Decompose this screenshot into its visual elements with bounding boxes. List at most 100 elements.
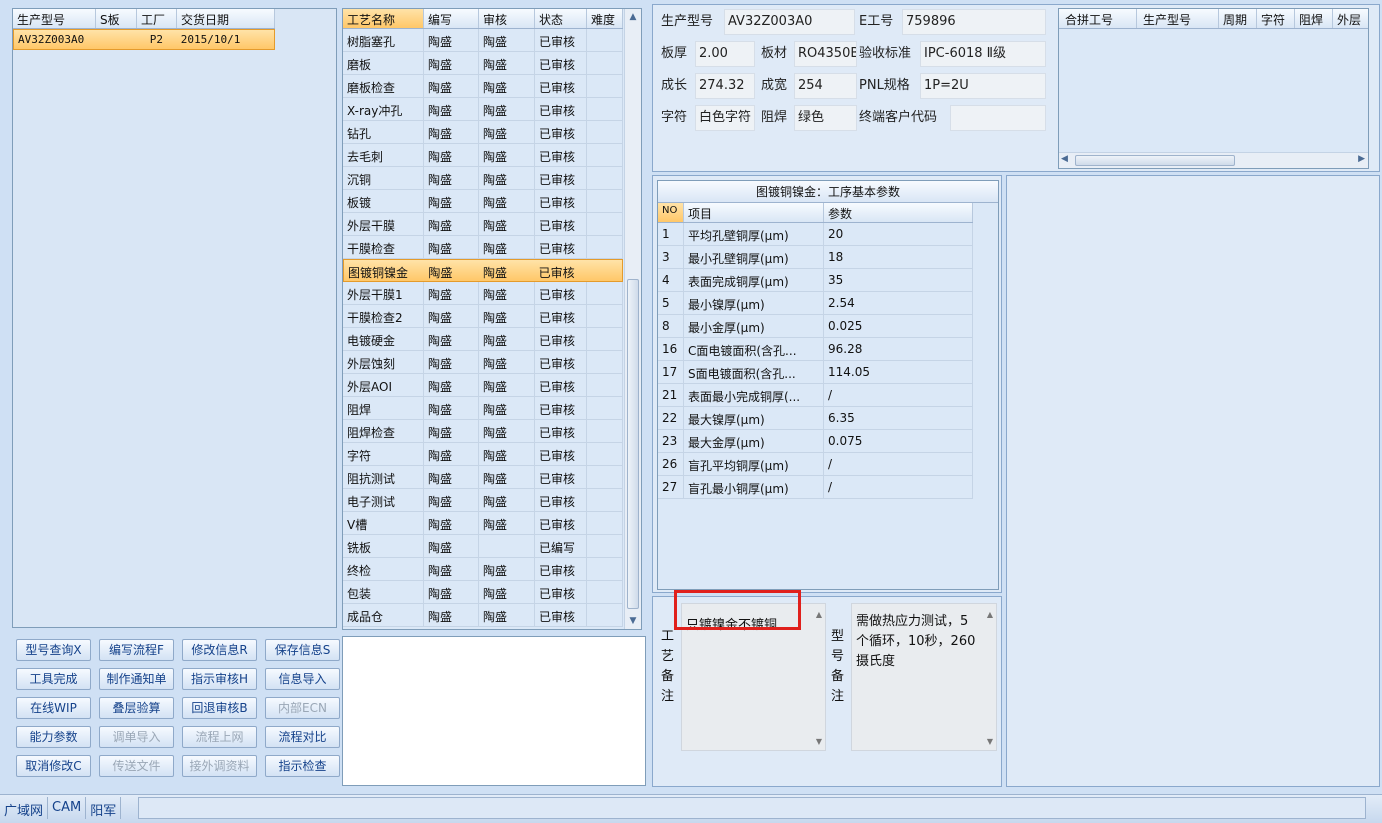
- button-3-0[interactable]: 能力参数: [16, 726, 91, 748]
- button-0-0[interactable]: 型号查询X: [16, 639, 91, 661]
- table-row[interactable]: 1 平均孔壁铜厚(μm) 20: [658, 223, 973, 246]
- button-3-1[interactable]: 调单导入: [99, 726, 174, 748]
- button-1-3[interactable]: 信息导入: [265, 668, 340, 690]
- field-mask[interactable]: 绿色: [794, 105, 857, 131]
- merge-hscrollbar[interactable]: ◀ ▶: [1059, 152, 1368, 168]
- col-process-name[interactable]: 工艺名称: [343, 9, 424, 28]
- table-row[interactable]: 阻焊检查 陶盛 陶盛 已审核: [343, 420, 623, 443]
- hscroll-thumb[interactable]: [1075, 155, 1235, 166]
- button-4-2[interactable]: 接外调资料: [182, 755, 257, 777]
- table-row[interactable]: 终检 陶盛 陶盛 已审核: [343, 558, 623, 581]
- col-merge-char[interactable]: 字符: [1257, 9, 1295, 28]
- field-ework[interactable]: 759896: [902, 9, 1046, 35]
- button-2-3[interactable]: 内部ECN: [265, 697, 340, 719]
- button-4-3[interactable]: 指示检查: [265, 755, 340, 777]
- table-row[interactable]: X-ray冲孔 陶盛 陶盛 已审核: [343, 98, 623, 121]
- col-merge-model[interactable]: 生产型号: [1137, 9, 1219, 28]
- scroll-up-icon[interactable]: ▲: [625, 9, 641, 25]
- table-row[interactable]: 阻抗测试 陶盛 陶盛 已审核: [343, 466, 623, 489]
- table-row[interactable]: 字符 陶盛 陶盛 已审核: [343, 443, 623, 466]
- table-row[interactable]: 外层干膜 陶盛 陶盛 已审核: [343, 213, 623, 236]
- button-4-0[interactable]: 取消修改C: [16, 755, 91, 777]
- note2-scroll-up-icon[interactable]: ▲: [987, 610, 993, 619]
- field-length[interactable]: 274.32: [695, 73, 755, 99]
- col-merge-mask[interactable]: 阻焊: [1295, 9, 1333, 28]
- note-scroll-up-icon[interactable]: ▲: [816, 610, 822, 619]
- col-status[interactable]: 状态: [535, 9, 587, 28]
- field-standard[interactable]: IPC-6018 Ⅱ级: [920, 41, 1046, 67]
- col-param[interactable]: 参数: [824, 203, 973, 222]
- model-note-box[interactable]: 需做热应力测试，5个循环，10秒，260摄氏度 ▲ ▼: [851, 603, 997, 751]
- table-row[interactable]: 外层AOI 陶盛 陶盛 已审核: [343, 374, 623, 397]
- table-row[interactable]: 成品仓 陶盛 陶盛 已审核: [343, 604, 623, 627]
- button-3-2[interactable]: 流程上网: [182, 726, 257, 748]
- table-row[interactable]: 包装 陶盛 陶盛 已审核: [343, 581, 623, 604]
- scroll-right-icon[interactable]: ▶: [1358, 154, 1365, 164]
- table-row[interactable]: 电镀硬金 陶盛 陶盛 已审核: [343, 328, 623, 351]
- table-row[interactable]: 干膜检查 陶盛 陶盛 已审核: [343, 236, 623, 259]
- note-scroll-down-icon[interactable]: ▼: [816, 737, 822, 746]
- table-row[interactable]: 8 最小金厚(μm) 0.025: [658, 315, 973, 338]
- col-writer[interactable]: 编写: [424, 9, 479, 28]
- button-1-0[interactable]: 工具完成: [16, 668, 91, 690]
- table-row[interactable]: 图镀铜镍金 陶盛 陶盛 已审核: [343, 259, 623, 282]
- table-row[interactable]: 21 表面最小完成铜厚(... /: [658, 384, 973, 407]
- button-0-1[interactable]: 编写流程F: [99, 639, 174, 661]
- table-row[interactable]: 4 表面完成铜厚(μm) 35: [658, 269, 973, 292]
- table-row[interactable]: 干膜检查2 陶盛 陶盛 已审核: [343, 305, 623, 328]
- table-row[interactable]: 22 最大镍厚(μm) 6.35: [658, 407, 973, 430]
- table-row[interactable]: 沉铜 陶盛 陶盛 已审核: [343, 167, 623, 190]
- table-row[interactable]: 3 最小孔壁铜厚(μm) 18: [658, 246, 973, 269]
- table-row[interactable]: 外层干膜1 陶盛 陶盛 已审核: [343, 282, 623, 305]
- col-merge-ework[interactable]: 合拼工号: [1059, 9, 1137, 28]
- col-merge-cycle[interactable]: 周期: [1219, 9, 1257, 28]
- table-row[interactable]: 23 最大金厚(μm) 0.075: [658, 430, 973, 453]
- col-s-board[interactable]: S板: [96, 9, 137, 28]
- button-1-1[interactable]: 制作通知单: [99, 668, 174, 690]
- scroll-down-icon[interactable]: ▼: [625, 613, 641, 629]
- field-char[interactable]: 白色字符: [695, 105, 755, 131]
- table-row[interactable]: 钻孔 陶盛 陶盛 已审核: [343, 121, 623, 144]
- table-row[interactable]: 5 最小镍厚(μm) 2.54: [658, 292, 973, 315]
- table-row[interactable]: 17 S面电镀面积(含孔... 114.05: [658, 361, 973, 384]
- table-row[interactable]: 16 C面电镀面积(含孔... 96.28: [658, 338, 973, 361]
- field-material[interactable]: RO4350B: [794, 41, 857, 67]
- table-row[interactable]: 树脂塞孔 陶盛 陶盛 已审核: [343, 29, 623, 52]
- button-2-1[interactable]: 叠层验算: [99, 697, 174, 719]
- table-row[interactable]: 26 盲孔平均铜厚(μm) /: [658, 453, 973, 476]
- button-1-2[interactable]: 指示审核H: [182, 668, 257, 690]
- button-0-3[interactable]: 保存信息S: [265, 639, 340, 661]
- table-row[interactable]: 铣板 陶盛 已编写: [343, 535, 623, 558]
- table-row[interactable]: 27 盲孔最小铜厚(μm) /: [658, 476, 973, 499]
- col-delivery-date[interactable]: 交货日期: [177, 9, 275, 28]
- table-row[interactable]: 磨板 陶盛 陶盛 已审核: [343, 52, 623, 75]
- table-row[interactable]: 电子测试 陶盛 陶盛 已审核: [343, 489, 623, 512]
- col-item[interactable]: 项目: [684, 203, 824, 222]
- col-merge-outer[interactable]: 外层: [1333, 9, 1368, 28]
- field-width[interactable]: 254: [794, 73, 857, 99]
- table-row[interactable]: 外层蚀刻 陶盛 陶盛 已审核: [343, 351, 623, 374]
- field-customer[interactable]: [950, 105, 1046, 131]
- table-row[interactable]: V槽 陶盛 陶盛 已审核: [343, 512, 623, 535]
- col-no[interactable]: NO: [658, 203, 684, 222]
- col-factory[interactable]: 工厂: [137, 9, 177, 28]
- table-row[interactable]: AV32Z003A0 P2 2015/10/1: [13, 29, 275, 50]
- scroll-thumb[interactable]: [627, 279, 639, 609]
- button-0-2[interactable]: 修改信息R: [182, 639, 257, 661]
- table-row[interactable]: 磨板检查 陶盛 陶盛 已审核: [343, 75, 623, 98]
- col-difficulty[interactable]: 难度: [587, 9, 623, 28]
- process-scrollbar[interactable]: ▲ ▼: [624, 9, 641, 629]
- button-2-2[interactable]: 回退审核B: [182, 697, 257, 719]
- button-3-3[interactable]: 流程对比: [265, 726, 340, 748]
- table-row[interactable]: 阻焊 陶盛 陶盛 已审核: [343, 397, 623, 420]
- col-model[interactable]: 生产型号: [13, 9, 96, 28]
- field-thickness[interactable]: 2.00: [695, 41, 755, 67]
- table-row[interactable]: 去毛刺 陶盛 陶盛 已审核: [343, 144, 623, 167]
- field-model[interactable]: AV32Z003A0: [724, 9, 855, 35]
- col-reviewer[interactable]: 审核: [479, 9, 535, 28]
- field-pnl[interactable]: 1P=2U: [920, 73, 1046, 99]
- note2-scroll-down-icon[interactable]: ▼: [987, 737, 993, 746]
- table-row[interactable]: 板镀 陶盛 陶盛 已审核: [343, 190, 623, 213]
- button-4-1[interactable]: 传送文件: [99, 755, 174, 777]
- button-2-0[interactable]: 在线WIP: [16, 697, 91, 719]
